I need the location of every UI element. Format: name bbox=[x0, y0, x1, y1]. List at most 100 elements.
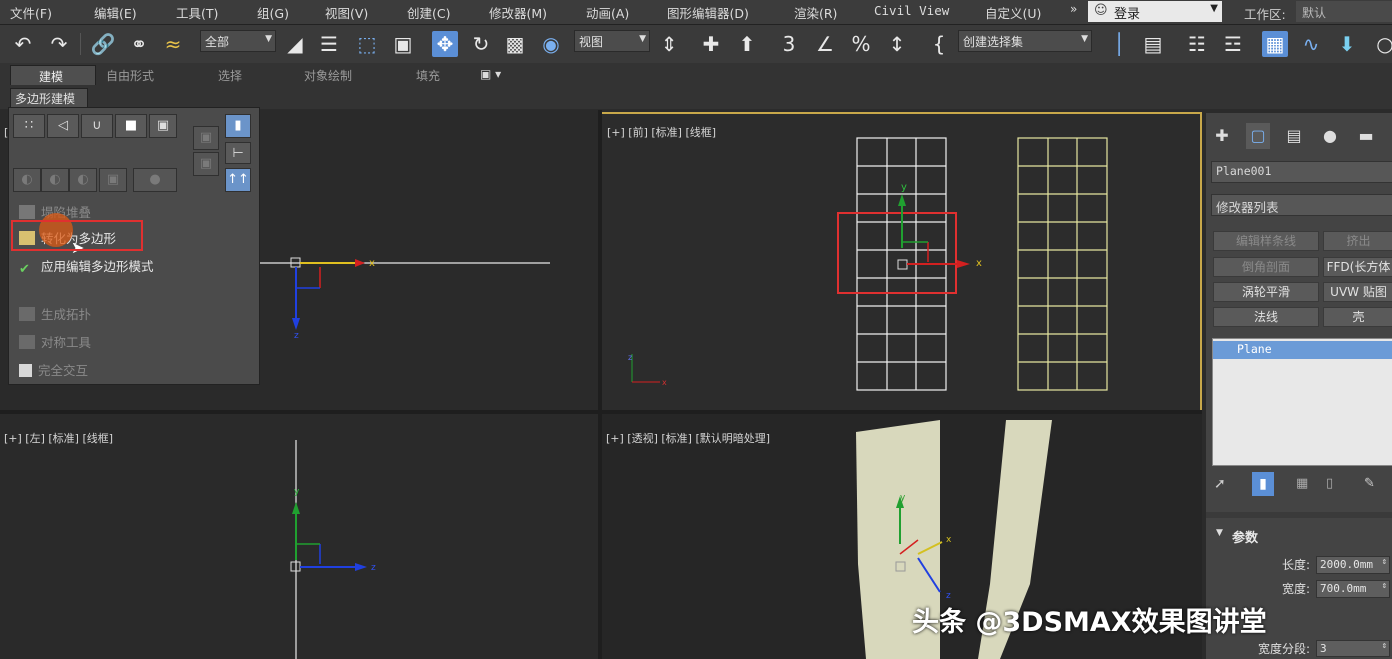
motion-tab-icon[interactable]: ● bbox=[1318, 123, 1342, 149]
object-name-field[interactable]: Plane001 bbox=[1211, 161, 1392, 183]
polygon-mode-button[interactable]: ■ bbox=[115, 114, 147, 138]
hierarchy-tab-icon[interactable]: ▤ bbox=[1282, 123, 1306, 149]
window-crossing-icon[interactable]: ▣ bbox=[390, 31, 416, 57]
ribbon-toggle-icon[interactable]: ▦ bbox=[1262, 31, 1288, 57]
modifier-turbosmooth-button[interactable]: 涡轮平滑 bbox=[1213, 282, 1319, 302]
params-rollout-title[interactable]: 参数 bbox=[1232, 527, 1258, 546]
rotate-icon[interactable]: ↻ bbox=[468, 31, 494, 57]
select-object-icon[interactable]: ◢ bbox=[282, 31, 308, 57]
snap-3d-icon[interactable]: 3 bbox=[776, 31, 802, 57]
polygon-modeling-tab[interactable]: 多边形建模 bbox=[10, 88, 88, 108]
select-manipulate-icon[interactable]: ✚ bbox=[698, 31, 724, 57]
pin-stack-icon[interactable]: ➚ bbox=[1214, 476, 1226, 492]
menu-customize[interactable]: 自定义(U) bbox=[985, 3, 1041, 22]
curve-editor-icon[interactable]: ∿ bbox=[1298, 31, 1324, 57]
menu-animation[interactable]: 动画(A) bbox=[586, 3, 629, 22]
tab-freeform[interactable]: 自由形式 bbox=[106, 67, 154, 84]
scale-icon[interactable]: ▩ bbox=[502, 31, 528, 57]
modify-mode-button[interactable]: ▣ bbox=[193, 152, 219, 176]
move-icon[interactable]: ✥ bbox=[432, 31, 458, 57]
edit-named-selection-icon[interactable]: { bbox=[926, 31, 952, 57]
percent-snap-icon[interactable]: % bbox=[848, 31, 874, 57]
pin-stack-button[interactable]: ▮ bbox=[225, 114, 251, 138]
unlink-icon[interactable]: ⚭ bbox=[126, 31, 152, 57]
selection-filter-dropdown[interactable]: 全部 ▼ bbox=[200, 30, 276, 52]
layer-explorer-icon[interactable]: ☲ bbox=[1220, 31, 1246, 57]
use-soft-selection-button[interactable]: ● bbox=[133, 168, 177, 192]
align-icon[interactable]: ▤ bbox=[1140, 31, 1166, 57]
full-interactivity-row[interactable]: 完全交互 bbox=[19, 360, 88, 379]
menu-graph-editors[interactable]: 图形编辑器(D) bbox=[667, 3, 749, 22]
menu-modifiers[interactable]: 修改器(M) bbox=[489, 3, 547, 22]
undo-icon[interactable]: ↶ bbox=[10, 31, 36, 57]
redo-icon[interactable]: ↷ bbox=[46, 31, 72, 57]
generate-topology-row[interactable]: 生成拓扑 bbox=[19, 304, 91, 323]
tab-selection[interactable]: 选择 bbox=[218, 67, 242, 84]
tab-modeling[interactable]: 建模 bbox=[10, 65, 96, 86]
menu-rendering[interactable]: 渲染(R) bbox=[794, 3, 837, 22]
link-icon[interactable]: 🔗 bbox=[90, 31, 116, 57]
modifier-bevel-profile-button[interactable]: 倒角剖面 bbox=[1213, 257, 1319, 277]
named-selection-dropdown[interactable]: 创建选择集 ▼ bbox=[958, 30, 1092, 52]
width-segs-spinner[interactable]: 3 ⇕ bbox=[1316, 640, 1390, 657]
edge-mode-button[interactable]: ◁ bbox=[47, 114, 79, 138]
spinner-arrows-icon[interactable]: ⇕ bbox=[1382, 581, 1387, 591]
menu-group[interactable]: 组(G) bbox=[257, 3, 289, 22]
tab-object-paint[interactable]: 对象绘制 bbox=[304, 67, 352, 84]
rect-selection-icon[interactable]: ⬚ bbox=[354, 31, 380, 57]
border-mode-button[interactable]: ∪ bbox=[81, 114, 113, 138]
length-spinner[interactable]: 2000.0mm ⇕ bbox=[1316, 556, 1390, 574]
ignore-backfacing-button[interactable]: ▣ bbox=[99, 168, 127, 192]
apply-edit-poly-row[interactable]: ✔ 应用编辑多边形模式 bbox=[19, 256, 154, 277]
menu-file[interactable]: 文件(F) bbox=[10, 3, 52, 22]
spinner-snap-icon[interactable]: ↕ bbox=[884, 31, 910, 57]
ribbon-options-icon[interactable]: ▣ ▾ bbox=[480, 67, 501, 81]
pivot-center-icon[interactable]: ⇕ bbox=[656, 31, 682, 57]
configure-sets-icon[interactable]: ✎ bbox=[1364, 476, 1375, 491]
ref-coord-dropdown[interactable]: 视图 ▼ bbox=[574, 30, 650, 52]
bind-spacewarp-icon[interactable]: ≈ bbox=[160, 31, 186, 57]
checkbox[interactable] bbox=[19, 364, 32, 377]
tab-populate[interactable]: 填充 bbox=[416, 67, 440, 84]
select-by-name-icon[interactable]: ☰ bbox=[316, 31, 342, 57]
modifier-list-dropdown[interactable]: 修改器列表 bbox=[1211, 194, 1392, 216]
preview-sub-button[interactable]: ◐ bbox=[41, 168, 69, 192]
element-mode-button[interactable]: ▣ bbox=[149, 114, 177, 138]
login-dropdown[interactable]: ☺ 登录 ▼ bbox=[1088, 1, 1222, 22]
spinner-arrows-icon[interactable]: ⇕ bbox=[1382, 641, 1387, 651]
symmetry-tools-row[interactable]: 对称工具 bbox=[19, 332, 91, 351]
workspace-dropdown[interactable]: 默认 bbox=[1296, 1, 1392, 22]
modifier-uvw-map-button[interactable]: UVW 贴图 bbox=[1323, 282, 1392, 302]
display-tab-icon[interactable]: ▬ bbox=[1354, 123, 1378, 149]
modifier-shell-button[interactable]: 壳 bbox=[1323, 307, 1392, 327]
make-unique-icon[interactable]: ▦ bbox=[1296, 476, 1308, 491]
modifier-stack[interactable]: Plane bbox=[1212, 338, 1392, 466]
modify-tab-icon[interactable]: ▢ bbox=[1246, 123, 1270, 149]
stack-item-plane[interactable]: Plane bbox=[1213, 341, 1392, 359]
schematic-view-icon[interactable]: ⬇ bbox=[1334, 31, 1360, 57]
pin-icon[interactable]: ⊢ bbox=[225, 142, 251, 164]
vertex-mode-button[interactable]: ∷ bbox=[13, 114, 45, 138]
keyboard-shortcut-icon[interactable]: ⬆ bbox=[734, 31, 760, 57]
modify-mode-button[interactable]: ▣ bbox=[193, 126, 219, 150]
menu-civil-view[interactable]: Civil View bbox=[874, 3, 949, 18]
viewport-left[interactable]: [+] [左] [标准] [线框] y z bbox=[0, 414, 598, 659]
menu-overflow-button[interactable]: » bbox=[1070, 2, 1077, 16]
material-editor-icon[interactable]: ○ bbox=[1372, 31, 1392, 57]
rollout-collapse-icon[interactable]: ▼ bbox=[1216, 528, 1223, 538]
menu-tools[interactable]: 工具(T) bbox=[176, 3, 218, 22]
mirror-icon[interactable]: │ bbox=[1106, 31, 1132, 57]
preview-off-button[interactable]: ◐ bbox=[13, 168, 41, 192]
spinner-arrows-icon[interactable]: ⇕ bbox=[1382, 557, 1387, 567]
menu-create[interactable]: 创建(C) bbox=[407, 3, 450, 22]
modifier-ffd-box-button[interactable]: FFD(长方体 bbox=[1323, 257, 1392, 277]
remove-modifier-icon[interactable]: ▯ bbox=[1326, 476, 1333, 491]
modifier-normal-button[interactable]: 法线 bbox=[1213, 307, 1319, 327]
create-tab-icon[interactable]: ✚ bbox=[1210, 123, 1234, 149]
menu-edit[interactable]: 编辑(E) bbox=[94, 3, 137, 22]
viewport-front[interactable]: [+] [前] [标准] [线框] y x z x bbox=[600, 112, 1202, 414]
preview-multi-button[interactable]: ◐ bbox=[69, 168, 97, 192]
show-end-result-icon[interactable]: ▮ bbox=[1252, 472, 1274, 496]
modifier-edit-spline-button[interactable]: 编辑样条线 bbox=[1213, 231, 1319, 251]
width-spinner[interactable]: 700.0mm ⇕ bbox=[1316, 580, 1390, 598]
